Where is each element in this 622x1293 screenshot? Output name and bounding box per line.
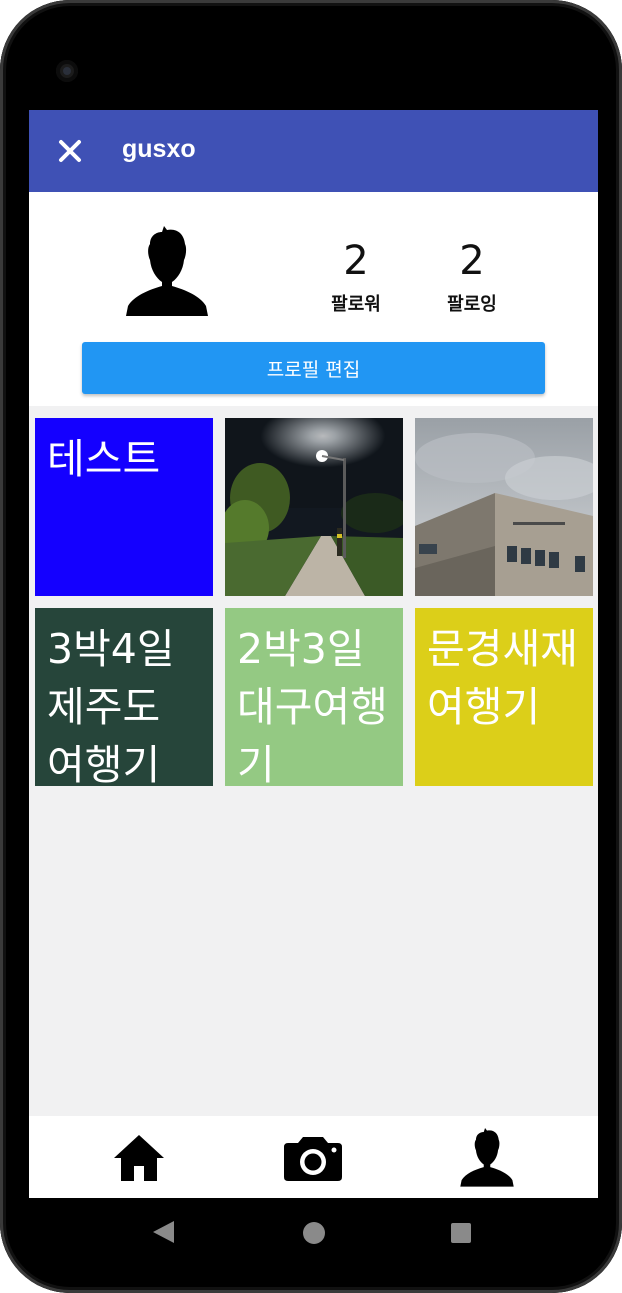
recents-icon[interactable] — [450, 1222, 472, 1248]
back-icon[interactable] — [150, 1219, 176, 1249]
post-text: 2박3일 대구여행기 — [237, 625, 388, 786]
post-tile-daegu[interactable]: 2박3일 대구여행기 — [225, 608, 403, 786]
post-tile-jeju[interactable]: 3박4일 제주도 여행기 — [35, 608, 213, 786]
home-icon[interactable] — [111, 1130, 167, 1186]
following-label: 팔로잉 — [447, 294, 497, 315]
night-street-photo — [225, 418, 403, 596]
followers-count: 2 — [343, 238, 369, 284]
system-nav-bar — [0, 1198, 622, 1268]
post-photo-night-street[interactable] — [225, 418, 403, 596]
post-tile-mungyeong[interactable]: 문경새재 여행기 — [415, 608, 593, 786]
following-count: 2 — [459, 238, 485, 284]
phone-frame: gusxo 2 팔로워 2 팔로잉 프로필 편집 테스트 3박4일 제주도 여행… — [0, 0, 622, 1293]
bottom-nav — [29, 1116, 598, 1198]
followers-label: 팔로워 — [331, 294, 381, 315]
close-icon[interactable] — [55, 136, 85, 166]
camera-icon[interactable] — [283, 1130, 343, 1186]
following-stat[interactable]: 2 팔로잉 — [427, 236, 517, 316]
front-camera — [56, 60, 78, 82]
edit-profile-button[interactable]: 프로필 편집 — [82, 342, 545, 394]
profile-icon[interactable] — [457, 1128, 517, 1187]
post-tile-test[interactable]: 테스트 — [35, 418, 213, 596]
person-silhouette-icon — [126, 226, 208, 316]
post-photo-building[interactable] — [415, 418, 593, 596]
app-screen: gusxo 2 팔로워 2 팔로잉 프로필 편집 테스트 3박4일 제주도 여행… — [29, 110, 598, 1198]
post-text: 문경새재 여행기 — [427, 625, 578, 731]
followers-stat[interactable]: 2 팔로워 — [311, 236, 401, 316]
building-photo — [415, 418, 593, 596]
home-circle-icon[interactable] — [302, 1221, 326, 1249]
page-title: gusxo — [122, 135, 196, 163]
post-text: 테스트 — [47, 435, 161, 483]
app-bar: gusxo — [29, 110, 598, 192]
avatar — [124, 226, 210, 318]
post-text: 3박4일 제주도 여행기 — [47, 625, 175, 786]
